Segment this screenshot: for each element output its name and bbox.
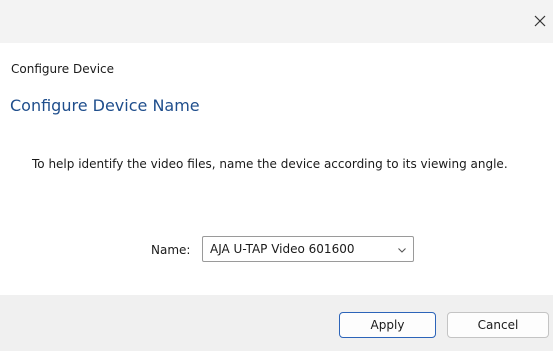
configure-device-dialog: Configure Device Configure Device Name T… xyxy=(0,0,553,351)
name-label: Name: xyxy=(151,243,191,257)
page-heading: Configure Device Name xyxy=(10,96,200,115)
device-name-value: AJA U-TAP Video 601600 xyxy=(210,242,355,256)
close-icon xyxy=(534,15,546,27)
cancel-button[interactable]: Cancel xyxy=(447,312,549,338)
chevron-down-icon xyxy=(398,248,406,253)
close-button[interactable] xyxy=(531,12,549,30)
device-name-select[interactable]: AJA U-TAP Video 601600 xyxy=(202,236,414,262)
dialog-footer: Apply Cancel xyxy=(0,295,553,351)
title-bar xyxy=(0,0,553,43)
apply-button[interactable]: Apply xyxy=(339,312,436,338)
window-title: Configure Device xyxy=(11,62,115,76)
name-row: Name: AJA U-TAP Video 601600 xyxy=(0,236,553,264)
instructions-text: To help identify the video files, name t… xyxy=(32,157,508,171)
